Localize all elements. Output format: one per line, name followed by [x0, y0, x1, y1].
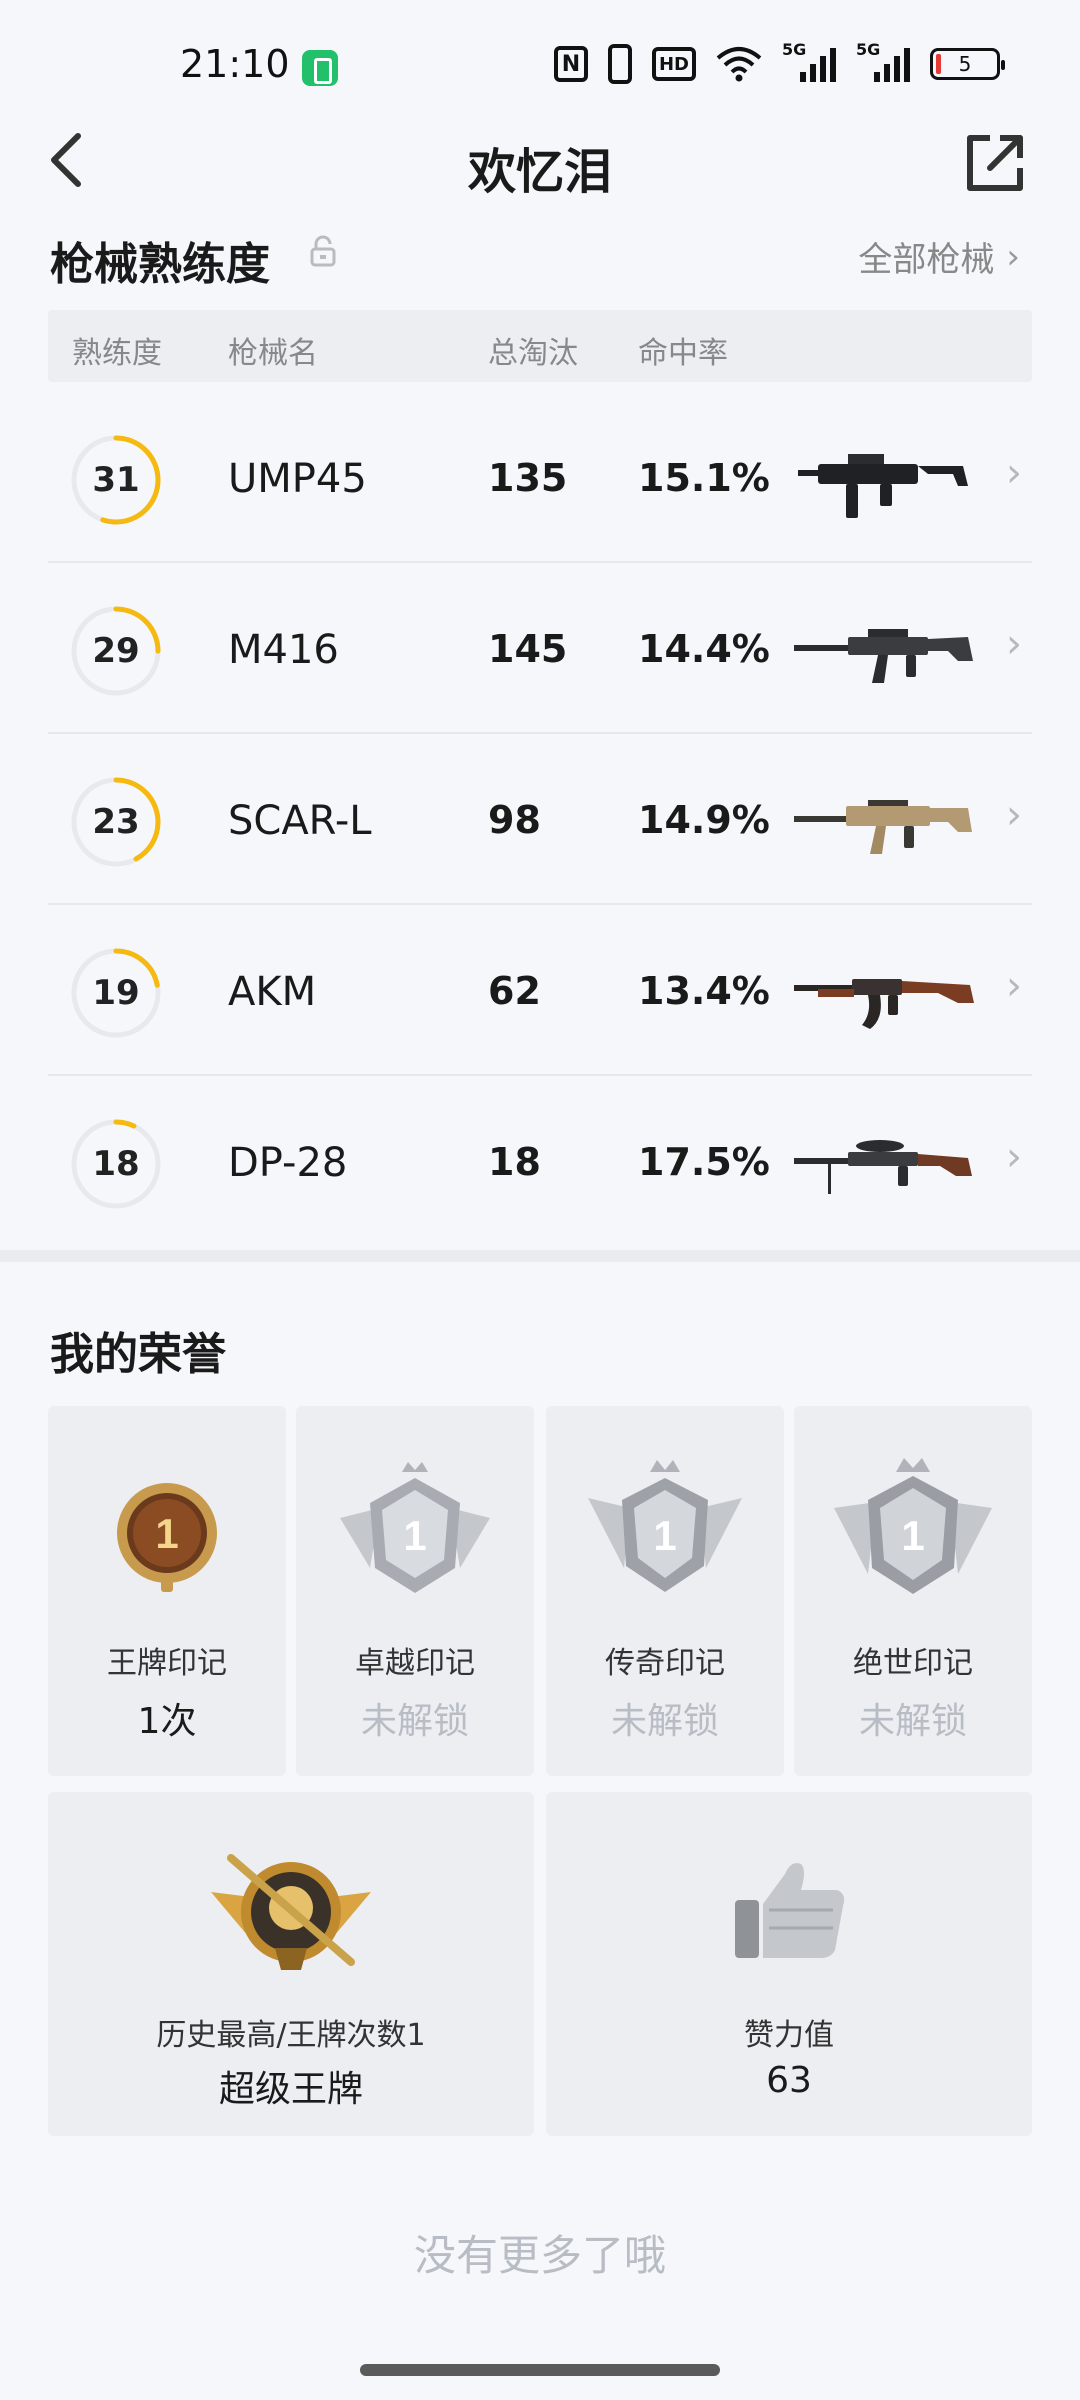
share-external-icon: [967, 135, 1023, 191]
weapon-row[interactable]: 29 M416 145 14.4% ›: [48, 563, 1032, 734]
weapon-name: DP-28: [228, 1140, 348, 1186]
status-time: 21:10: [180, 42, 290, 86]
weapon-list: 31 UMP45 135 15.1% › 29 M416 145 14.4% ›…: [48, 392, 1032, 1247]
chevron-right-icon: ›: [1006, 450, 1022, 496]
proficiency-ring: 31: [68, 432, 164, 528]
likes-value: 63: [766, 2060, 812, 2101]
honor-section-title: 我的荣誉: [50, 1329, 226, 1380]
hd-icon: HD: [652, 47, 696, 81]
weapon-kills: 18: [488, 1140, 541, 1184]
rifle-tan-image: [788, 778, 988, 868]
honor-value: 未解锁: [858, 1701, 967, 1742]
excellence-medal-icon: 1: [330, 1458, 500, 1622]
weapon-name: SCAR-L: [228, 798, 372, 844]
home-indicator[interactable]: [360, 2364, 720, 2376]
weapon-hit-rate: 17.5%: [638, 1140, 770, 1184]
rank-label: 历史最高/王牌次数1: [156, 2018, 426, 2053]
honor-label: 卓越印记: [355, 1646, 475, 1681]
all-weapons-label: 全部枪械: [858, 240, 995, 280]
proficiency-ring: 29: [68, 603, 164, 699]
peerless-medal-icon: 1: [828, 1458, 998, 1622]
ace-medal-number: 1: [155, 1510, 178, 1557]
rifle-wood-image: [788, 949, 988, 1039]
lock-icon: [308, 235, 338, 267]
signal-icon: 5G: [782, 40, 836, 84]
likes-label: 赞力值: [744, 2018, 834, 2053]
honor-label: 王牌印记: [107, 1646, 227, 1681]
col-weapon-name: 枪械名: [228, 336, 318, 371]
proficiency-level: 19: [92, 973, 140, 1013]
weapon-kills: 145: [488, 627, 568, 671]
battery-saver-icon: [302, 50, 338, 86]
weapon-hit-rate: 14.9%: [638, 798, 770, 842]
battery-icon: 5: [930, 48, 1005, 80]
chevron-right-icon: ›: [1006, 621, 1022, 667]
honor-card-legend[interactable]: 1 传奇印记 未解锁: [546, 1406, 784, 1776]
col-hit-rate: 命中率: [638, 336, 728, 371]
rifle-image: [788, 607, 988, 697]
honor-card-ace[interactable]: 1 王牌印记 1次: [48, 1406, 286, 1776]
honor-value: 未解锁: [360, 1701, 469, 1742]
weapon-kills: 62: [488, 969, 541, 1013]
weapon-hit-rate: 14.4%: [638, 627, 770, 671]
weapon-kills: 98: [488, 798, 541, 842]
thumbs-up-icon: [729, 1854, 849, 1968]
honor-card-excellence[interactable]: 1 卓越印记 未解锁: [296, 1406, 534, 1776]
peerless-medal-number: 1: [901, 1512, 924, 1559]
col-proficiency: 熟练度: [72, 336, 162, 371]
weapon-hit-rate: 15.1%: [638, 456, 770, 500]
weapon-section-title: 枪械熟练度: [50, 239, 270, 290]
nfc-icon: N: [554, 46, 588, 82]
proficiency-ring: 19: [68, 945, 164, 1041]
chevron-right-icon: ›: [1006, 1134, 1022, 1180]
share-button[interactable]: [960, 122, 1030, 198]
honor-label: 绝世印记: [853, 1646, 973, 1681]
honor-card-highest-rank[interactable]: 历史最高/王牌次数1 超级王牌: [48, 1792, 534, 2136]
section-divider: [0, 1250, 1080, 1262]
no-more-text: 没有更多了哦: [413, 2231, 666, 2280]
proficiency-ring: 18: [68, 1116, 164, 1212]
chevron-right-icon: ›: [1006, 792, 1022, 838]
status-icons: N HD 5G 5G 5: [554, 40, 1005, 84]
vibrate-icon: [608, 44, 632, 84]
honor-value: 未解锁: [610, 1701, 719, 1742]
app-header: 欢忆泪: [0, 110, 1080, 210]
smg-image: [788, 436, 988, 526]
weapon-row[interactable]: 23 SCAR-L 98 14.9% ›: [48, 734, 1032, 905]
lmg-image: [788, 1120, 988, 1210]
weapon-name: M416: [228, 627, 339, 673]
proficiency-level: 23: [92, 802, 140, 842]
ace-medal-icon: 1: [112, 1478, 222, 1602]
wifi-icon: [716, 44, 762, 84]
col-total-kills: 总淘汰: [488, 336, 578, 371]
chevron-right-icon: ›: [1006, 236, 1020, 277]
all-weapons-link[interactable]: 全部枪械 ›: [858, 232, 1020, 281]
weapon-kills: 135: [488, 456, 568, 500]
weapon-row[interactable]: 31 UMP45 135 15.1% ›: [48, 392, 1032, 563]
legend-medal-icon: 1: [580, 1458, 750, 1622]
honor-card-likes[interactable]: 赞力值 63: [546, 1792, 1032, 2136]
excellence-medal-number: 1: [403, 1512, 426, 1559]
proficiency-level: 31: [92, 460, 140, 500]
weapon-hit-rate: 13.4%: [638, 969, 770, 1013]
weapon-row[interactable]: 19 AKM 62 13.4% ›: [48, 905, 1032, 1076]
honor-label: 传奇印记: [605, 1646, 725, 1681]
honor-card-peerless[interactable]: 1 绝世印记 未解锁: [794, 1406, 1032, 1776]
table-header: 熟练度 枪械名 总淘汰 命中率: [48, 310, 1032, 382]
super-ace-rank-icon: [201, 1842, 381, 1986]
honor-value: 1次: [137, 1701, 197, 1742]
proficiency-level: 18: [92, 1144, 140, 1184]
signal-icon-2: 5G: [856, 40, 910, 84]
legend-medal-number: 1: [653, 1512, 676, 1559]
page-title: 欢忆泪: [467, 144, 612, 200]
proficiency-level: 29: [92, 631, 140, 671]
weapon-name: AKM: [228, 969, 317, 1015]
rank-value: 超级王牌: [218, 2069, 363, 2110]
weapon-row[interactable]: 18 DP-28 18 17.5% ›: [48, 1076, 1032, 1247]
proficiency-ring: 23: [68, 774, 164, 870]
weapon-name: UMP45: [228, 456, 367, 502]
chevron-right-icon: ›: [1006, 963, 1022, 1009]
